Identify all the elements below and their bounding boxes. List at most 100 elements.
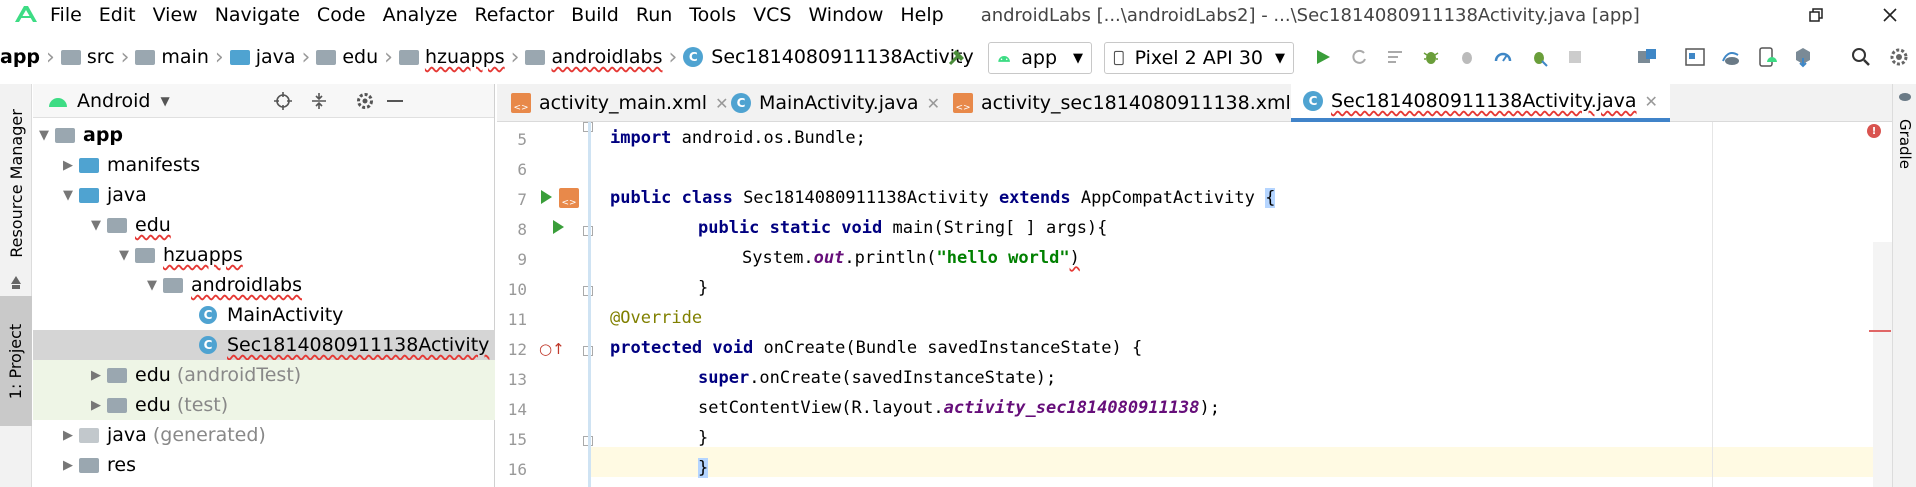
menu-analyze[interactable]: Analyze	[383, 4, 458, 26]
menu-run[interactable]: Run	[636, 4, 672, 26]
hide-panel-icon[interactable]	[387, 100, 403, 102]
stop-icon[interactable]	[1562, 44, 1588, 70]
menu-vcs[interactable]: VCS	[753, 4, 791, 26]
menu-edit[interactable]: Edit	[99, 4, 136, 26]
code-line-13: super.onCreate(savedInstanceState);	[698, 368, 1057, 388]
breadcrumb-hzuapps[interactable]: hzuapps ›	[398, 45, 526, 70]
tree-item-mainactivity[interactable]: C MainActivity	[33, 300, 495, 330]
collapsed-arrow-icon[interactable]: ▶	[61, 428, 75, 443]
folder-icon	[79, 187, 99, 203]
error-indicator-icon[interactable]: !	[1867, 124, 1881, 138]
sync-gradle-icon[interactable]	[1718, 44, 1744, 70]
restore-window-icon[interactable]	[1796, 0, 1836, 30]
breadcrumb-java[interactable]: java ›	[229, 45, 317, 70]
tree-item-edu-androidtest[interactable]: ▶ edu (androidTest)	[33, 360, 495, 390]
expanded-arrow-icon[interactable]: ▼	[89, 218, 103, 233]
tab-activity-main-xml[interactable]: <> activity_main.xml ✕	[511, 84, 728, 122]
line-number: 16	[507, 460, 527, 479]
project-structure-icon[interactable]	[1634, 44, 1660, 70]
apply-code-changes-icon[interactable]	[1382, 44, 1408, 70]
project-view-select[interactable]: Android	[77, 90, 150, 112]
package-icon	[107, 367, 127, 383]
tree-item-manifests[interactable]: ▶ manifests	[33, 150, 495, 180]
tree-item-hzuapps[interactable]: ▼ hzuapps	[33, 240, 495, 270]
avd-manager-icon[interactable]	[1754, 44, 1780, 70]
breadcrumb-app[interactable]: app ›	[0, 45, 61, 70]
tab-activity-sec-xml[interactable]: <> activity_sec1814080911138.xml ✕	[953, 84, 1312, 122]
device-select[interactable]: Pixel 2 API 30 ▼	[1104, 42, 1294, 74]
breadcrumb-androidlabs[interactable]: androidlabs ›	[525, 45, 683, 70]
apply-changes-restart-icon[interactable]	[1346, 44, 1372, 70]
menu-code[interactable]: Code	[317, 4, 366, 26]
layout-inspector-icon[interactable]	[1682, 44, 1708, 70]
error-stripe-mark[interactable]	[1869, 330, 1891, 332]
expanded-arrow-icon[interactable]: ▼	[145, 278, 159, 293]
scrollbar-track[interactable]	[1873, 242, 1892, 487]
related-xml-icon[interactable]: <>	[559, 188, 579, 208]
tree-item-androidlabs[interactable]: ▼ androidlabs	[33, 270, 495, 300]
menu-tools[interactable]: Tools	[689, 4, 736, 26]
menu-view[interactable]: View	[153, 4, 198, 26]
menu-refactor[interactable]: Refactor	[474, 4, 554, 26]
tab-sec-activity-java[interactable]: C Sec1814080911138Activity.java ✕	[1291, 84, 1670, 122]
code-editor[interactable]: 5 6 7 8 9 10 11 12 13 14 15 16 <> ○↑ imp…	[497, 122, 1892, 487]
line-number: 7	[517, 190, 527, 209]
run-icon[interactable]	[1310, 44, 1336, 70]
package-icon	[163, 277, 183, 293]
menu-navigate[interactable]: Navigate	[215, 4, 300, 26]
collapse-all-icon[interactable]	[309, 91, 329, 116]
collapsed-arrow-icon[interactable]: ▶	[61, 158, 75, 173]
gradle-tab[interactable]: Gradle	[1893, 104, 1916, 184]
code-line-5: import android.os.Bundle;	[610, 128, 866, 148]
line-number: 10	[507, 280, 527, 299]
tree-item-edu-test[interactable]: ▶ edu (test)	[33, 390, 495, 420]
line-number: 12	[507, 340, 527, 359]
tree-item-java[interactable]: ▼ java	[33, 180, 495, 210]
project-tab[interactable]: 1: Project	[0, 296, 32, 426]
breadcrumb-activity[interactable]: C Sec1814080911138Activity	[683, 46, 974, 68]
expanded-arrow-icon[interactable]: ▼	[117, 248, 131, 263]
package-icon	[525, 49, 546, 65]
run-config-select[interactable]: app ▼	[988, 42, 1092, 74]
debug-attach-icon[interactable]	[1526, 44, 1552, 70]
tree-item-sec-activity[interactable]: C Sec1814080911138Activity	[33, 330, 495, 360]
menu-help[interactable]: Help	[900, 4, 943, 26]
run-main-icon[interactable]	[553, 220, 564, 234]
expanded-arrow-icon[interactable]: ▼	[61, 188, 75, 203]
chevron-down-icon[interactable]: ▼	[160, 94, 169, 108]
collapsed-arrow-icon[interactable]: ▶	[89, 368, 103, 383]
tree-item-edu[interactable]: ▼ edu	[33, 210, 495, 240]
breadcrumb-edu[interactable]: edu ›	[316, 45, 399, 70]
profile-icon[interactable]	[1490, 44, 1516, 70]
close-window-icon[interactable]	[1870, 0, 1910, 30]
close-tab-icon[interactable]: ✕	[1645, 92, 1658, 111]
tree-item-app[interactable]: ▼ app	[33, 120, 495, 150]
sdk-manager-icon[interactable]	[1790, 44, 1816, 70]
breadcrumb-main[interactable]: main ›	[135, 45, 229, 70]
menu-file[interactable]: File	[50, 4, 82, 26]
xml-file-icon: <>	[953, 93, 973, 113]
debug-icon[interactable]	[1418, 44, 1444, 70]
menu-window[interactable]: Window	[808, 4, 883, 26]
menu-build[interactable]: Build	[571, 4, 619, 26]
collapsed-arrow-icon[interactable]: ▶	[89, 398, 103, 413]
locate-file-icon[interactable]	[273, 91, 293, 116]
attach-debugger-icon[interactable]	[1454, 44, 1480, 70]
gear-icon[interactable]	[355, 91, 375, 116]
run-class-icon[interactable]	[541, 190, 552, 204]
close-tab-icon[interactable]: ✕	[715, 94, 728, 113]
tree-item-res[interactable]: ▶ res	[33, 450, 495, 480]
override-marker-icon[interactable]: ○↑	[539, 340, 565, 358]
tree-item-java-generated[interactable]: ▶ java (generated)	[33, 420, 495, 450]
right-tool-strip: Gradle	[1892, 84, 1916, 487]
settings-icon[interactable]	[1886, 44, 1912, 70]
build-hammer-icon[interactable]	[944, 44, 970, 70]
search-icon[interactable]	[1848, 44, 1874, 70]
breadcrumb-src[interactable]: src ›	[60, 45, 136, 70]
collapsed-arrow-icon[interactable]: ▶	[61, 458, 75, 473]
resource-manager-tab[interactable]: Resource Manager	[0, 98, 32, 268]
line-number: 13	[507, 370, 527, 389]
tab-mainactivity-java[interactable]: C MainActivity.java ✕	[731, 84, 940, 122]
close-tab-icon[interactable]: ✕	[927, 94, 940, 113]
expanded-arrow-icon[interactable]: ▼	[37, 128, 51, 143]
